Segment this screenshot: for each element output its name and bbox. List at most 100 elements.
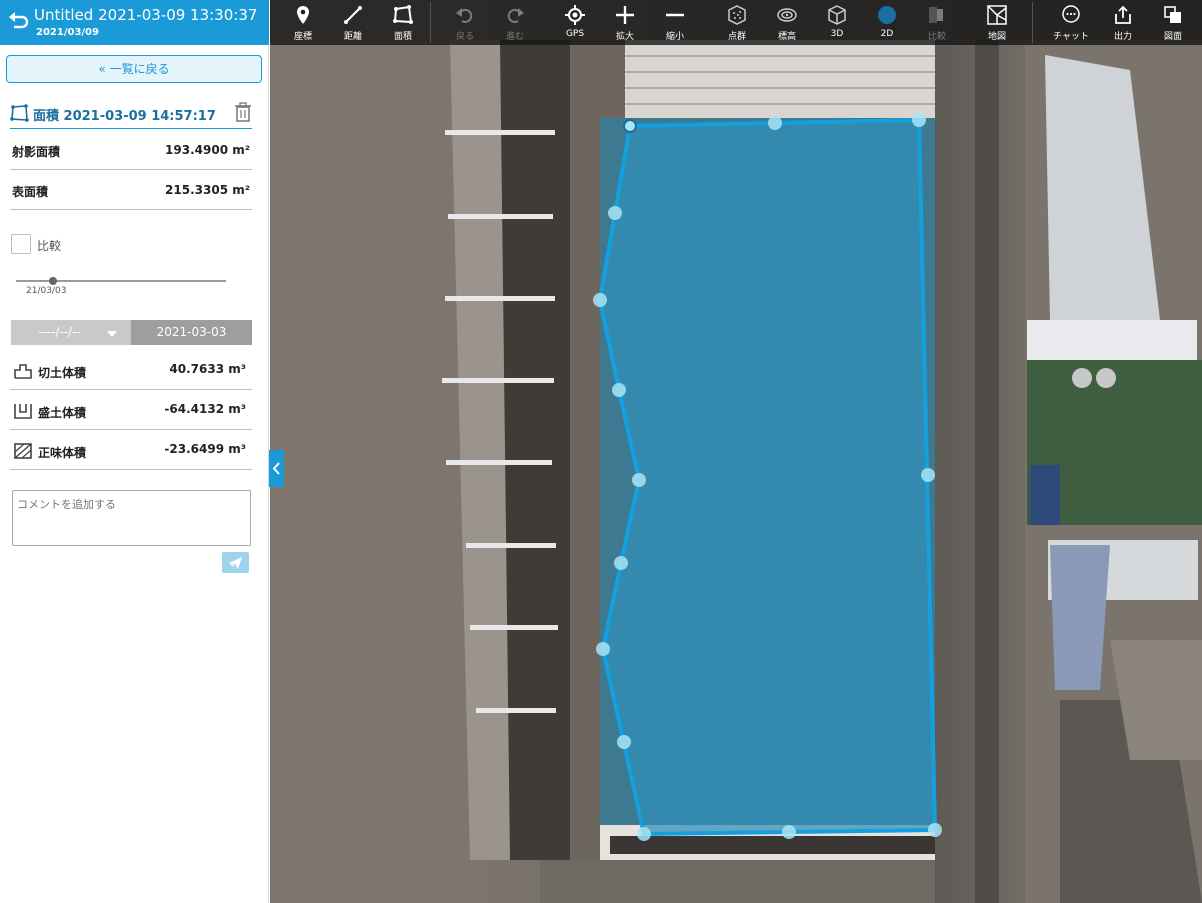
toolbar-separator	[430, 2, 431, 43]
toolbar-undo-button[interactable]: 戻る	[442, 0, 488, 45]
date-slider-label: 21/03/03	[26, 286, 67, 296]
send-comment-button[interactable]	[222, 552, 249, 573]
cut-volume-row: 切土体積 40.7633 m³	[10, 350, 252, 390]
vertex-handle[interactable]	[921, 468, 935, 482]
point-cloud-icon	[728, 5, 746, 25]
toolbar-point-cloud-label: 点群	[727, 32, 746, 42]
collapse-sidebar-button[interactable]	[269, 450, 284, 487]
cut-volume-icon	[14, 364, 32, 379]
gps-target-icon	[565, 5, 585, 25]
toolbar-zoom-in-label: 拡大	[615, 32, 634, 42]
toolbar-gps-button[interactable]: GPS	[552, 0, 598, 45]
toolbar-export-button[interactable]: 出力	[1100, 0, 1146, 45]
redo-icon	[507, 8, 524, 23]
cut-volume-label: 切土体積	[38, 366, 87, 380]
surface-area-label: 表面積	[12, 185, 49, 199]
toolbar-2d-button[interactable]: 2D	[864, 0, 910, 45]
vertex-handle[interactable]	[593, 293, 607, 307]
vertex-handle[interactable]	[596, 642, 610, 656]
fill-volume-value: -64.4132 m³	[164, 402, 246, 416]
toolbar-elevation-button[interactable]: 標高	[764, 0, 810, 45]
area-polygon-icon	[10, 104, 29, 122]
toolbar-gps-label: GPS	[565, 29, 585, 39]
toolbar-drawing-button[interactable]: 図面	[1150, 0, 1196, 45]
date-slider-track[interactable]	[16, 280, 226, 282]
cube-3d-icon	[828, 5, 846, 25]
vertex-handle[interactable]	[928, 823, 942, 837]
net-volume-label: 正味体積	[38, 446, 87, 460]
measurement-sidebar: Untitled 2021-03-09 13:30:37 2021/03/09 …	[0, 0, 269, 903]
document-date: 2021/03/09	[36, 27, 99, 38]
toolbar-distance-label: 距離	[343, 32, 362, 42]
map-viewport[interactable]	[270, 0, 1202, 903]
return-arrow-icon[interactable]	[8, 9, 30, 31]
vertex-handle[interactable]	[608, 206, 622, 220]
toolbar-distance-button[interactable]: 距離	[330, 0, 376, 45]
vertex-handle[interactable]	[782, 825, 796, 839]
projected-area-row: 射影面積 193.4900 m²	[10, 130, 252, 170]
elevation-icon	[777, 8, 797, 22]
toolbar-elevation-label: 標高	[777, 32, 796, 42]
measurement-header: 面積 2021-03-09 14:57:17	[10, 99, 252, 129]
fill-volume-label: 盛土体積	[38, 406, 87, 420]
drawing-icon	[1164, 6, 1181, 23]
vertex-handle-start[interactable]	[623, 119, 637, 133]
toolbar-zoom-in-button[interactable]: 拡大	[602, 0, 648, 45]
toolbar-chat-label: チャット	[1053, 32, 1089, 42]
map-icon	[987, 5, 1007, 25]
toolbar-area-button[interactable]: 面積	[380, 0, 426, 45]
toolbar-zoom-out-button[interactable]: 縮小	[652, 0, 698, 45]
net-volume-icon	[14, 443, 32, 459]
export-icon	[1115, 5, 1131, 24]
zoom-in-icon	[616, 6, 634, 24]
toolbar-3d-label: 3D	[830, 29, 844, 39]
projected-area-value: 193.4900 m²	[165, 143, 250, 157]
vertex-handle[interactable]	[612, 383, 626, 397]
comment-input[interactable]	[12, 490, 251, 546]
location-pin-icon	[297, 6, 309, 24]
measurement-title: 面積 2021-03-09 14:57:17	[33, 109, 216, 124]
toolbar-point-cloud-button[interactable]: 点群	[714, 0, 760, 45]
fill-volume-row: 盛土体積 -64.4132 m³	[10, 390, 252, 430]
vertex-handle[interactable]	[632, 473, 646, 487]
toolbar-export-label: 出力	[1113, 32, 1132, 42]
date-slider-handle[interactable]	[49, 277, 57, 285]
comparison-date-select[interactable]: ----/--/--	[11, 320, 131, 345]
toolbar-2d-label: 2D	[880, 29, 894, 39]
base-date-label: 2021-03-03	[131, 320, 252, 345]
chevron-down-icon	[107, 331, 117, 337]
toolbar-map-button[interactable]: 地図	[974, 0, 1020, 45]
fill-volume-icon	[14, 404, 32, 419]
chevron-left-icon	[272, 462, 280, 475]
trash-icon[interactable]	[234, 102, 252, 122]
undo-icon	[456, 8, 473, 23]
vertex-handle[interactable]	[768, 116, 782, 130]
back-to-list-button[interactable]: « 一覧に戻る	[6, 55, 262, 83]
toolbar-separator	[1032, 2, 1033, 43]
toolbar-compare-button[interactable]: 比較	[914, 0, 960, 45]
surface-area-row: 表面積 215.3305 m²	[10, 170, 252, 210]
toolbar-map-label: 地図	[987, 32, 1006, 42]
net-volume-value: -23.6499 m³	[164, 442, 246, 456]
vertex-handle[interactable]	[617, 735, 631, 749]
toolbar-chat-button[interactable]: チャット	[1048, 0, 1094, 45]
vertex-handle[interactable]	[637, 827, 651, 841]
toolbar-undo-label: 戻る	[455, 32, 474, 42]
toolbar-coordinate-label: 座標	[293, 32, 312, 42]
toolbar-redo-button[interactable]: 進む	[492, 0, 538, 45]
toolbar-coordinate-button[interactable]: 座標	[280, 0, 326, 45]
net-volume-row: 正味体積 -23.6499 m³	[10, 430, 252, 470]
compare-label: 比較	[37, 239, 62, 253]
vertex-handle[interactable]	[912, 113, 926, 127]
chat-icon	[1062, 5, 1080, 23]
vertex-handle[interactable]	[614, 556, 628, 570]
area-polygon-overlay[interactable]	[270, 0, 1202, 903]
distance-line-icon	[344, 6, 362, 24]
compare-checkbox[interactable]	[11, 234, 31, 254]
toolbar-area-label: 面積	[393, 32, 412, 42]
zoom-out-icon	[666, 13, 684, 17]
toolbar-zoom-out-label: 縮小	[665, 32, 684, 42]
projected-area-label: 射影面積	[12, 145, 61, 159]
area-polygon[interactable]	[597, 117, 938, 837]
toolbar-3d-button[interactable]: 3D	[814, 0, 860, 45]
